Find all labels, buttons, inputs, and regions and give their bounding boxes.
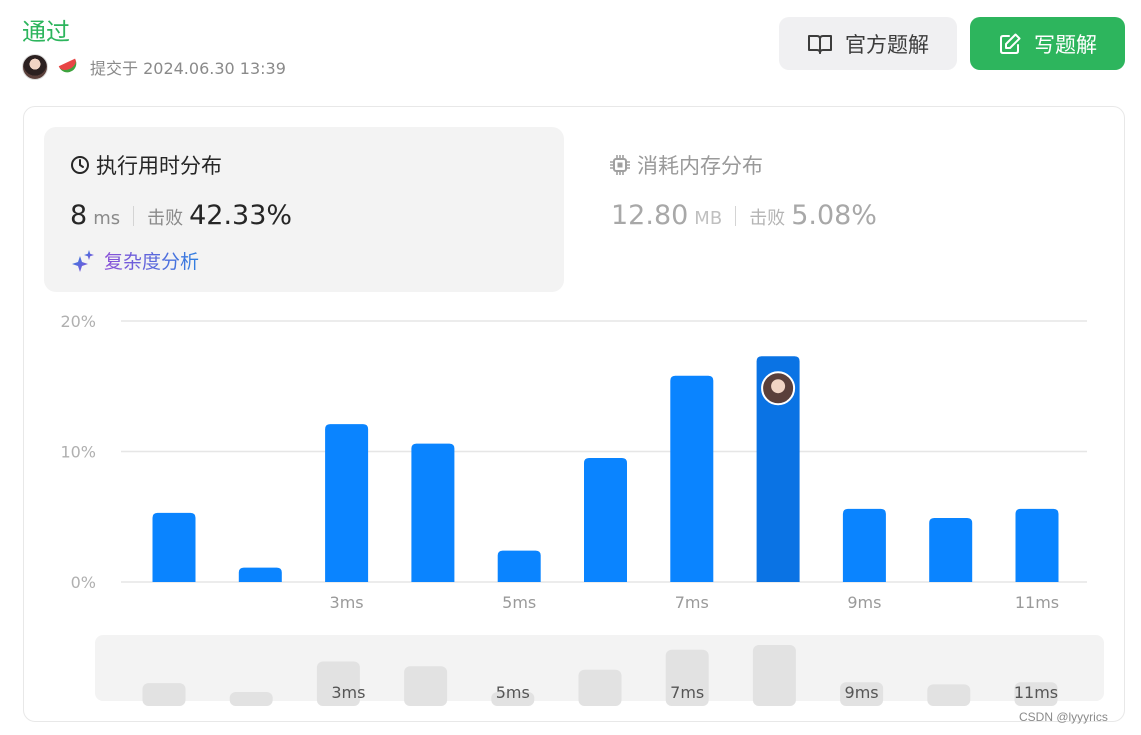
- chart-bar[interactable]: [584, 458, 627, 582]
- overview-tick-label: 9ms: [845, 683, 879, 702]
- y-tick-label: 10%: [60, 443, 96, 462]
- x-tick-label: 3ms: [330, 593, 364, 612]
- overview-bar: [142, 683, 186, 706]
- overview-bar: [578, 669, 622, 706]
- chart-bar[interactable]: [842, 508, 886, 582]
- avatar-face: [771, 379, 786, 394]
- chart-bar[interactable]: [929, 518, 973, 582]
- overview-tick-label: 11ms: [1014, 683, 1058, 702]
- overview-bar: [752, 645, 796, 706]
- chart-bar[interactable]: [238, 567, 282, 582]
- chart-bar[interactable]: [411, 443, 455, 582]
- chart-bar[interactable]: [670, 375, 714, 582]
- runtime-distribution-chart[interactable]: 0% 10% 20% 3ms 5ms 7ms 9ms 11ms 3ms 5ms 7ms 9ms 11ms: [0, 0, 1141, 735]
- y-tick-label: 0%: [71, 573, 96, 592]
- chart-bar[interactable]: [152, 512, 196, 582]
- overview-tick-label: 3ms: [331, 683, 365, 702]
- watermark: CSDN @lyyyrics: [1019, 710, 1108, 724]
- chart-bar[interactable]: [325, 424, 369, 582]
- y-tick-label: 20%: [60, 312, 96, 331]
- overview-bar: [404, 666, 448, 706]
- chart-bar[interactable]: [497, 550, 541, 582]
- x-tick-label: 5ms: [502, 593, 536, 612]
- chart-bar[interactable]: [1015, 508, 1059, 582]
- overview-tick-label: 5ms: [496, 683, 530, 702]
- overview-bar: [927, 684, 971, 706]
- x-tick-label: 9ms: [847, 593, 881, 612]
- x-tick-label: 11ms: [1015, 593, 1059, 612]
- overview-tick-label: 7ms: [670, 683, 704, 702]
- overview-bar: [229, 692, 273, 706]
- x-tick-label: 7ms: [675, 593, 709, 612]
